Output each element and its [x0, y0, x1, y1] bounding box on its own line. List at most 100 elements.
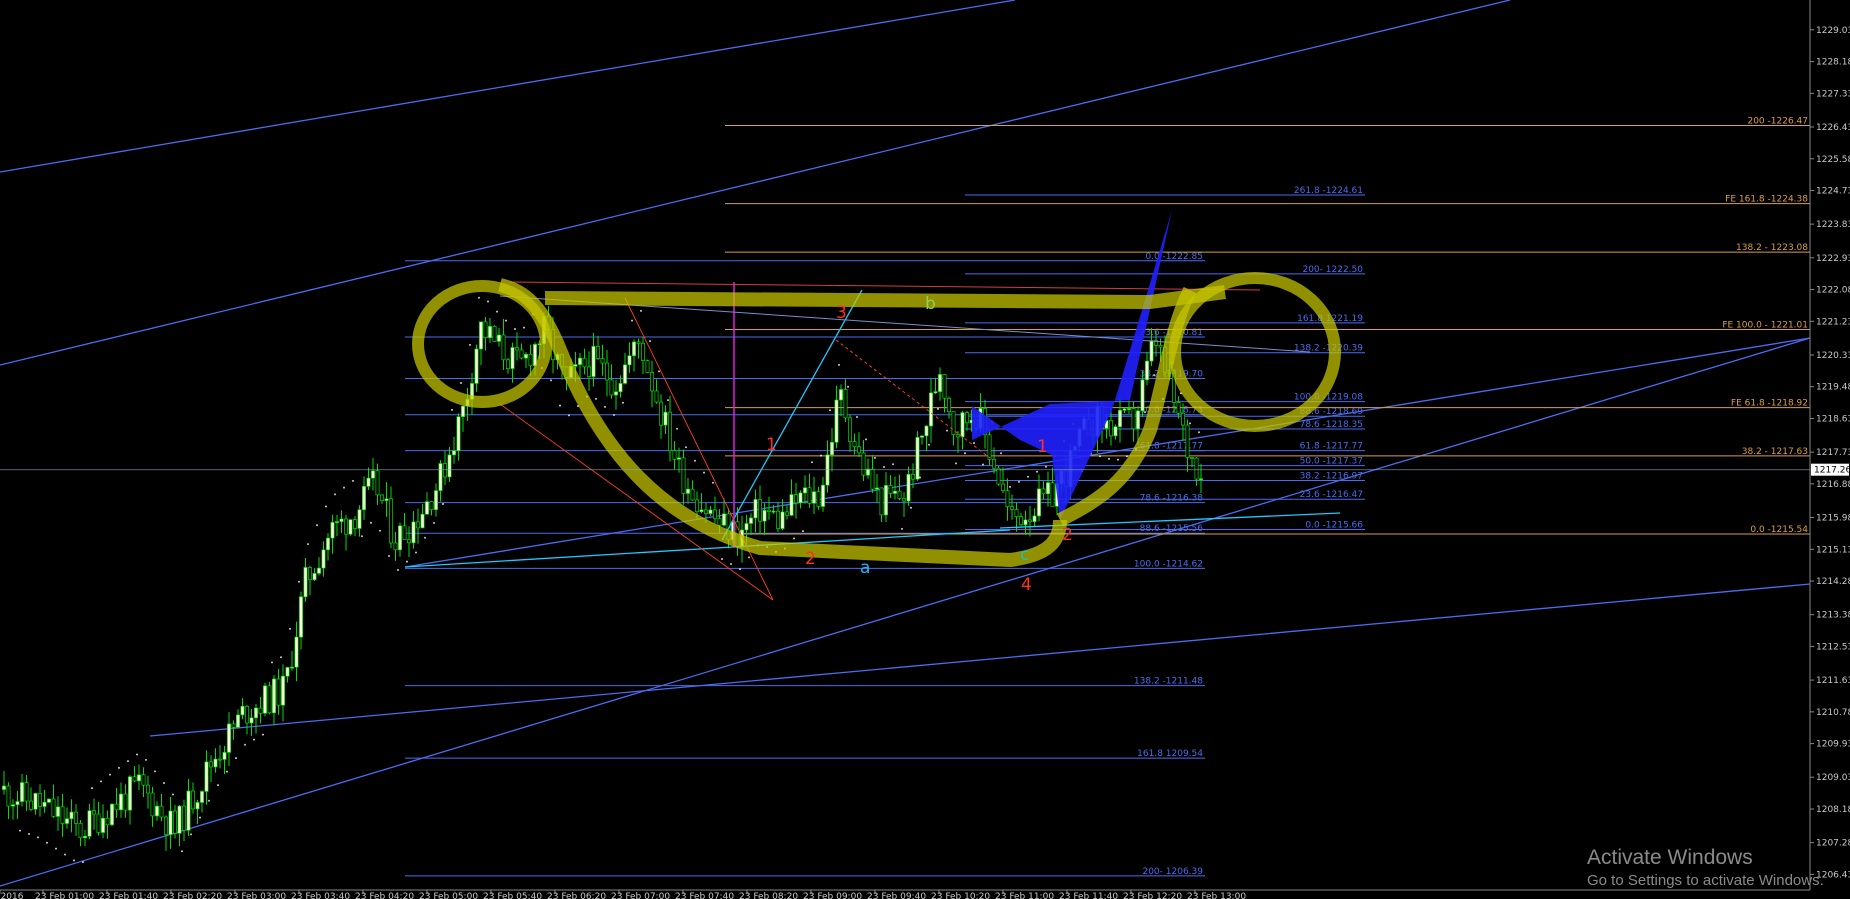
candle-body	[762, 509, 767, 522]
candle-body	[461, 405, 465, 418]
candle-body	[1014, 509, 1019, 517]
price-tick-label: 1209.93	[1816, 740, 1850, 750]
candle-body	[164, 816, 168, 835]
sar-dot	[280, 656, 282, 659]
candle-body	[1140, 379, 1145, 412]
candle-body	[96, 813, 101, 833]
sar-dot	[181, 850, 183, 853]
candle-body	[1028, 519, 1032, 522]
candle-body	[1194, 457, 1199, 480]
candle-body	[717, 518, 722, 526]
candle-body	[1181, 412, 1185, 426]
sar-dot	[307, 543, 309, 546]
price-tick-label: 1219.48	[1816, 383, 1850, 393]
sar-dot	[496, 310, 498, 313]
time-tick-label: 23 Feb 13:00	[1187, 892, 1246, 899]
fib-level-label: 138.2 -1211.48	[1134, 677, 1203, 687]
sar-dot	[451, 408, 453, 411]
sar-dot	[1027, 475, 1029, 478]
time-tick-label: 23 Feb 10:20	[931, 892, 990, 899]
sar-dot	[262, 733, 264, 736]
candle-body	[398, 525, 402, 551]
fib-level-label: 138.2 - 1223.08	[1736, 243, 1808, 253]
sar-dot	[118, 766, 120, 769]
price-tick-label: 1206.43	[1816, 870, 1850, 880]
candle-body	[947, 397, 951, 413]
candle-body	[87, 810, 92, 837]
candle-body	[222, 752, 227, 760]
candle-body	[1145, 360, 1149, 381]
candle-body	[299, 596, 303, 638]
sar-dot	[730, 563, 732, 566]
sar-dot	[793, 537, 795, 540]
candle-body	[681, 457, 686, 494]
candle-body	[843, 389, 848, 419]
candle-body	[231, 723, 236, 728]
candle-body	[582, 357, 587, 368]
candle-body	[425, 501, 429, 515]
time-tick-label: 23 Feb 11:40	[1059, 892, 1118, 899]
sar-dot	[100, 780, 102, 783]
fib-level-label: 38.2 -1216.97	[1300, 472, 1363, 482]
candle-body	[708, 509, 713, 514]
candle-body	[74, 811, 78, 824]
candle-body	[177, 805, 182, 834]
sar-dot	[892, 463, 894, 466]
price-tick-label: 1228.18	[1816, 58, 1850, 68]
candle-body	[173, 810, 177, 834]
sar-dot	[388, 555, 390, 558]
candle-body	[704, 509, 708, 514]
candle-body	[506, 359, 510, 369]
candle-body	[497, 334, 501, 342]
sar-dot	[613, 413, 615, 416]
candle-body	[366, 477, 371, 487]
current-price-label: 1217.26	[1814, 466, 1850, 476]
fib-level-label: 200- 1222.50	[1302, 265, 1363, 275]
candle-body	[1190, 457, 1194, 459]
sar-dot	[1153, 374, 1155, 377]
sar-dot	[1144, 411, 1146, 414]
candle-body	[816, 491, 821, 507]
sar-dot	[190, 833, 192, 836]
candle-body	[933, 391, 938, 394]
candle-body	[627, 355, 632, 366]
sar-dot	[487, 300, 489, 303]
candle-body	[60, 806, 65, 824]
fib-level-label: 0.0 -1215.54	[1750, 525, 1808, 535]
sar-dot	[91, 787, 93, 790]
candle-body	[245, 705, 249, 724]
candle-body	[204, 761, 209, 792]
candle-body	[744, 523, 749, 531]
candle-body	[254, 707, 258, 719]
fib-level-label: 0.0 -1222.85	[1145, 252, 1203, 262]
candle-body	[272, 678, 276, 714]
sar-dot	[163, 781, 165, 784]
candle-body	[146, 784, 150, 794]
sar-dot	[1018, 480, 1020, 483]
sar-dot	[46, 841, 48, 844]
candle-body	[857, 446, 861, 454]
sar-dot	[19, 829, 21, 832]
price-chart[interactable]: 0.0 -1222.8523.6 -1220.8138.2 -1219.7050…	[0, 0, 1850, 899]
candle-body	[686, 488, 690, 494]
fib-level-label: 23.6 -1216.47	[1300, 490, 1363, 500]
sar-dot	[154, 770, 156, 773]
candle-body	[1113, 426, 1118, 437]
candle-body	[659, 401, 663, 426]
price-tick-label: 1207.28	[1816, 839, 1850, 849]
price-tick-label: 1210.78	[1816, 708, 1850, 718]
time-tick-label: 23 Feb 01:00	[35, 892, 94, 899]
price-tick-label: 1223.83	[1816, 220, 1850, 230]
candle-body	[524, 354, 528, 359]
candle-body	[1127, 408, 1131, 410]
sar-dot	[748, 556, 750, 559]
sar-dot	[397, 569, 399, 572]
sar-dot	[235, 757, 237, 760]
price-tick-label: 1212.53	[1816, 642, 1850, 652]
wave-label: 2	[1062, 525, 1073, 545]
wave-label: 2	[805, 549, 816, 569]
time-tick-label: 23 Feb 06:20	[547, 892, 606, 899]
candle-body	[803, 487, 807, 494]
fib-level-label: 100.0 -1219.08	[1294, 393, 1363, 403]
wave-label: b	[925, 294, 936, 314]
